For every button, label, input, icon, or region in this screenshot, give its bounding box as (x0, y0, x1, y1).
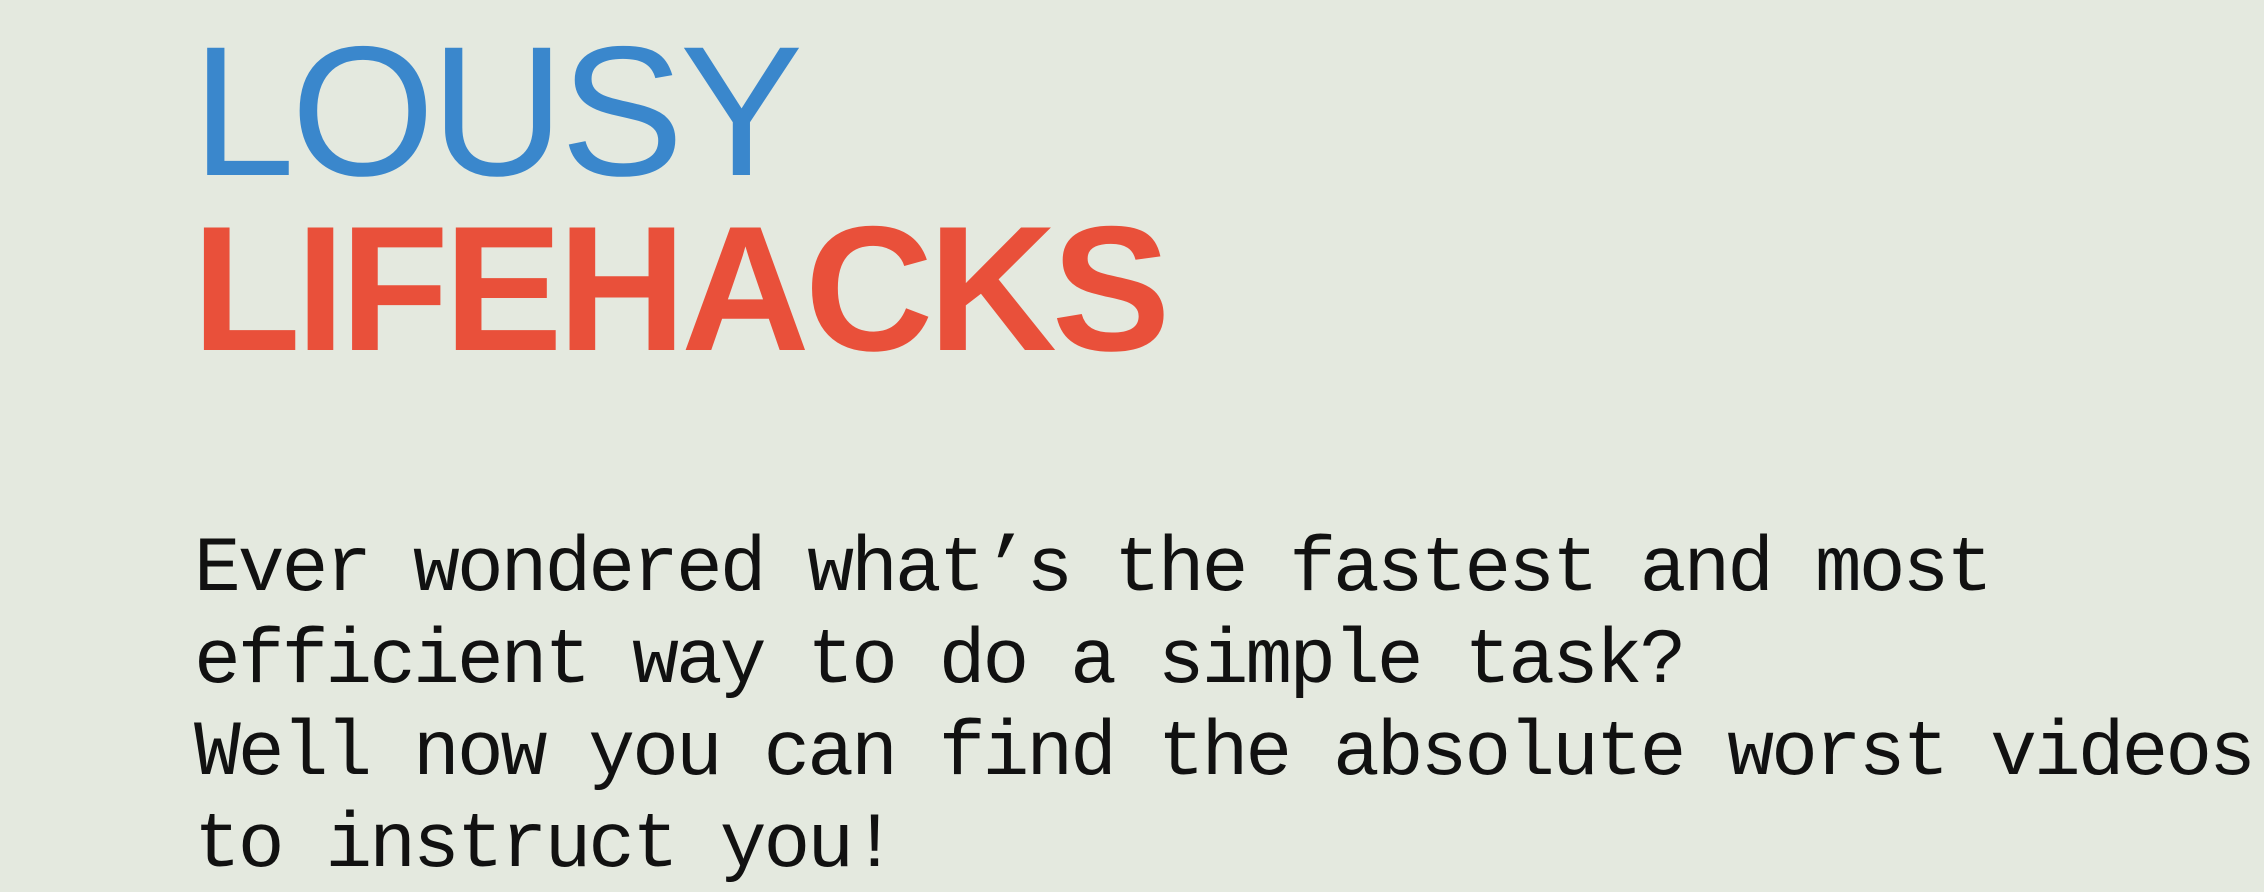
site-title-lifehacks: LIFEHACKS (192, 189, 1171, 388)
intro-line: to instruct you! (194, 802, 898, 890)
intro-description: Ever wondered what’s the fastest and mos… (194, 524, 2256, 892)
hero-section: LOUSY LIFEHACKS Ever wondered what’s the… (192, 0, 2256, 891)
intro-line: Ever wondered what’s the fastest and mos… (194, 526, 1993, 614)
site-title-lousy: LOUSY (192, 9, 803, 215)
intro-line: Well now you can find the absolute worst… (194, 710, 2256, 798)
intro-line: efficient way to do a simple task? (194, 618, 1686, 706)
